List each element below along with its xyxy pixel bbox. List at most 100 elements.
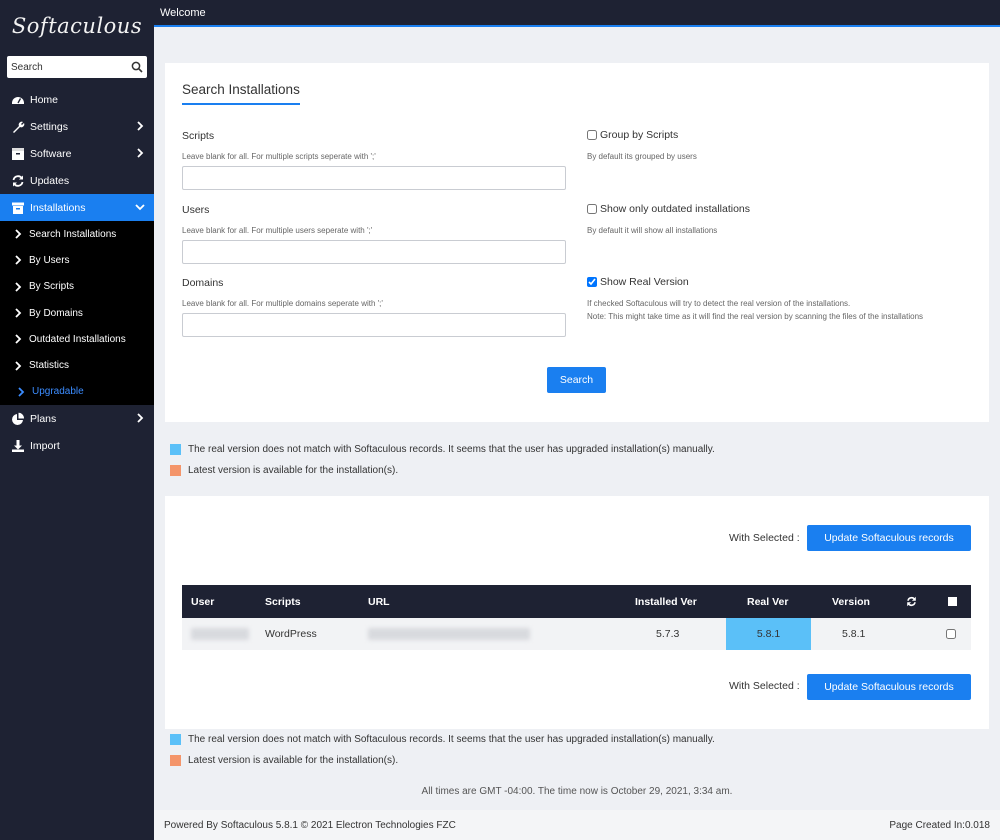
row-select[interactable]	[946, 618, 956, 650]
sidebar-item-settings[interactable]: Settings	[0, 113, 154, 140]
domains-hint: Leave blank for all. For multiple domain…	[182, 299, 383, 308]
legend-real-version: The real version does not match with Sof…	[170, 444, 715, 455]
sidebar-item-installations[interactable]: Installations	[0, 194, 154, 221]
with-selected-label: With Selected :	[729, 532, 800, 544]
submenu-item-search-installations[interactable]: Search Installations	[0, 221, 154, 247]
real-version-hint-line1: If checked Softaculous will try to detec…	[587, 299, 851, 308]
group-by-scripts-hint: By default its grouped by users	[587, 152, 697, 161]
column-header-installed-ver[interactable]: Installed Ver	[635, 585, 697, 618]
submenu-item-by-scripts[interactable]: By Scripts	[0, 274, 154, 300]
submenu-item-by-domains[interactable]: By Domains	[0, 300, 154, 326]
column-header-real-ver[interactable]: Real Ver	[747, 585, 788, 618]
users-input[interactable]	[182, 240, 566, 264]
sidebar-item-software[interactable]: Software	[0, 140, 154, 167]
sidebar-item-label: Import	[30, 439, 60, 452]
sidebar-item-home[interactable]: Home	[0, 86, 154, 113]
refresh-icon	[11, 174, 25, 188]
installed-ver-cell: 5.7.3	[656, 628, 680, 640]
search-installations-panel: Search Installations Scripts Leave blank…	[165, 63, 989, 422]
outdated-only-checkbox[interactable]	[587, 204, 597, 214]
column-header-scripts[interactable]: Scripts	[265, 585, 301, 618]
submenu-item-label: By Scripts	[29, 281, 75, 293]
real-version-hint: If checked Softaculous will try to detec…	[587, 297, 967, 323]
column-header-user[interactable]: User	[191, 585, 214, 618]
real-version-hint-line2: Note: This might take time as it will fi…	[587, 312, 924, 321]
user-cell-redacted	[191, 618, 249, 650]
domains-input[interactable]	[182, 313, 566, 337]
legend-latest-version-bottom: Latest version is available for the inst…	[170, 755, 398, 766]
submenu-item-label: Statistics	[29, 360, 70, 372]
search-button[interactable]: Search	[547, 367, 606, 393]
installations-submenu: Search Installations By Users By Scripts…	[0, 221, 154, 406]
blue-swatch	[170, 444, 181, 455]
version-cell: 5.8.1	[842, 628, 866, 640]
orange-swatch	[170, 465, 181, 476]
outdated-only-label: Show only outdated installations	[600, 203, 751, 215]
select-all-checkbox[interactable]	[948, 585, 957, 618]
chevron-right-icon	[15, 229, 22, 239]
outdated-only-hint: By default it will show all installation…	[587, 226, 718, 235]
column-header-url[interactable]: URL	[368, 585, 390, 618]
submenu-item-label: Outdated Installations	[29, 333, 126, 345]
softaculous-logo[interactable]: Softaculous	[0, 0, 154, 52]
chevron-right-icon	[137, 148, 144, 158]
sidebar-item-updates[interactable]: Updates	[0, 167, 154, 194]
scripts-input[interactable]	[182, 166, 566, 190]
sidebar-search-input[interactable]	[11, 61, 129, 73]
submenu-item-statistics[interactable]: Statistics	[0, 352, 154, 378]
chevron-right-icon	[137, 413, 144, 423]
url-cell-redacted[interactable]	[368, 618, 530, 650]
legend-latest-version-text: Latest version is available for the inst…	[188, 465, 399, 476]
box-icon	[11, 147, 25, 161]
download-icon	[11, 439, 25, 453]
chevron-right-icon	[137, 121, 144, 131]
submenu-item-upgradable[interactable]: Upgradable	[0, 379, 154, 405]
column-header-version[interactable]: Version	[832, 585, 870, 618]
sidebar-item-import[interactable]: Import	[0, 432, 154, 459]
real-ver-cell: 5.8.1	[726, 618, 811, 650]
group-by-scripts-checkbox[interactable]	[587, 130, 597, 140]
sidebar-item-label: Installations	[30, 201, 86, 214]
real-ver-value: 5.8.1	[756, 628, 781, 640]
row-checkbox[interactable]	[946, 629, 956, 639]
submenu-item-outdated-installations[interactable]: Outdated Installations	[0, 326, 154, 352]
submenu-item-label: By Users	[29, 254, 70, 266]
sidebar-item-plans[interactable]: Plans	[0, 405, 154, 432]
real-version-option[interactable]: Show Real Version	[587, 276, 689, 288]
powered-by[interactable]: Powered By Softaculous 5.8.1 © 2021 Elec…	[164, 820, 456, 831]
chevron-right-icon	[15, 282, 22, 292]
submenu-item-by-users[interactable]: By Users	[0, 247, 154, 273]
orange-swatch	[170, 755, 181, 766]
update-records-button-top[interactable]: Update Softaculous records	[807, 525, 971, 551]
scripts-label: Scripts	[182, 130, 215, 142]
with-selected-label-bottom: With Selected :	[729, 680, 800, 692]
sidebar-item-label: Home	[30, 93, 59, 106]
group-by-scripts-label: Group by Scripts	[600, 129, 679, 141]
real-version-checkbox[interactable]	[587, 277, 597, 287]
outdated-only-option[interactable]: Show only outdated installations	[587, 203, 750, 215]
submenu-item-label: Search Installations	[29, 228, 117, 240]
pie-chart-icon	[11, 412, 25, 426]
legend-latest-version-text: Latest version is available for the inst…	[188, 755, 399, 766]
users-hint: Leave blank for all. For multiple users …	[182, 226, 373, 235]
dashboard-icon	[11, 93, 25, 107]
scripts-hint: Leave blank for all. For multiple script…	[182, 152, 376, 161]
refresh-icon[interactable]	[906, 585, 917, 618]
sidebar-search	[7, 56, 147, 78]
submenu-item-label: Upgradable	[32, 386, 84, 398]
legend-real-version-bottom: The real version does not match with Sof…	[170, 734, 715, 745]
sidebar: Softaculous Home Settings Software Updat…	[0, 0, 154, 840]
group-by-scripts-option[interactable]: Group by Scripts	[587, 129, 678, 141]
chevron-right-icon	[15, 255, 22, 266]
users-label: Users	[182, 204, 210, 216]
table-row: WordPress 5.7.3 5.8.1 5.8.1	[182, 618, 971, 650]
results-panel: With Selected : Update Softaculous recor…	[165, 496, 989, 729]
update-records-button-bottom[interactable]: Update Softaculous records	[807, 674, 971, 700]
sidebar-item-label: Software	[30, 147, 72, 160]
legend-latest-version: Latest version is available for the inst…	[170, 465, 398, 476]
chevron-right-icon	[15, 308, 22, 318]
chevron-right-icon	[18, 387, 25, 397]
search-icon[interactable]	[131, 61, 143, 73]
chevron-right-icon	[15, 334, 22, 344]
script-cell: WordPress	[265, 628, 317, 640]
